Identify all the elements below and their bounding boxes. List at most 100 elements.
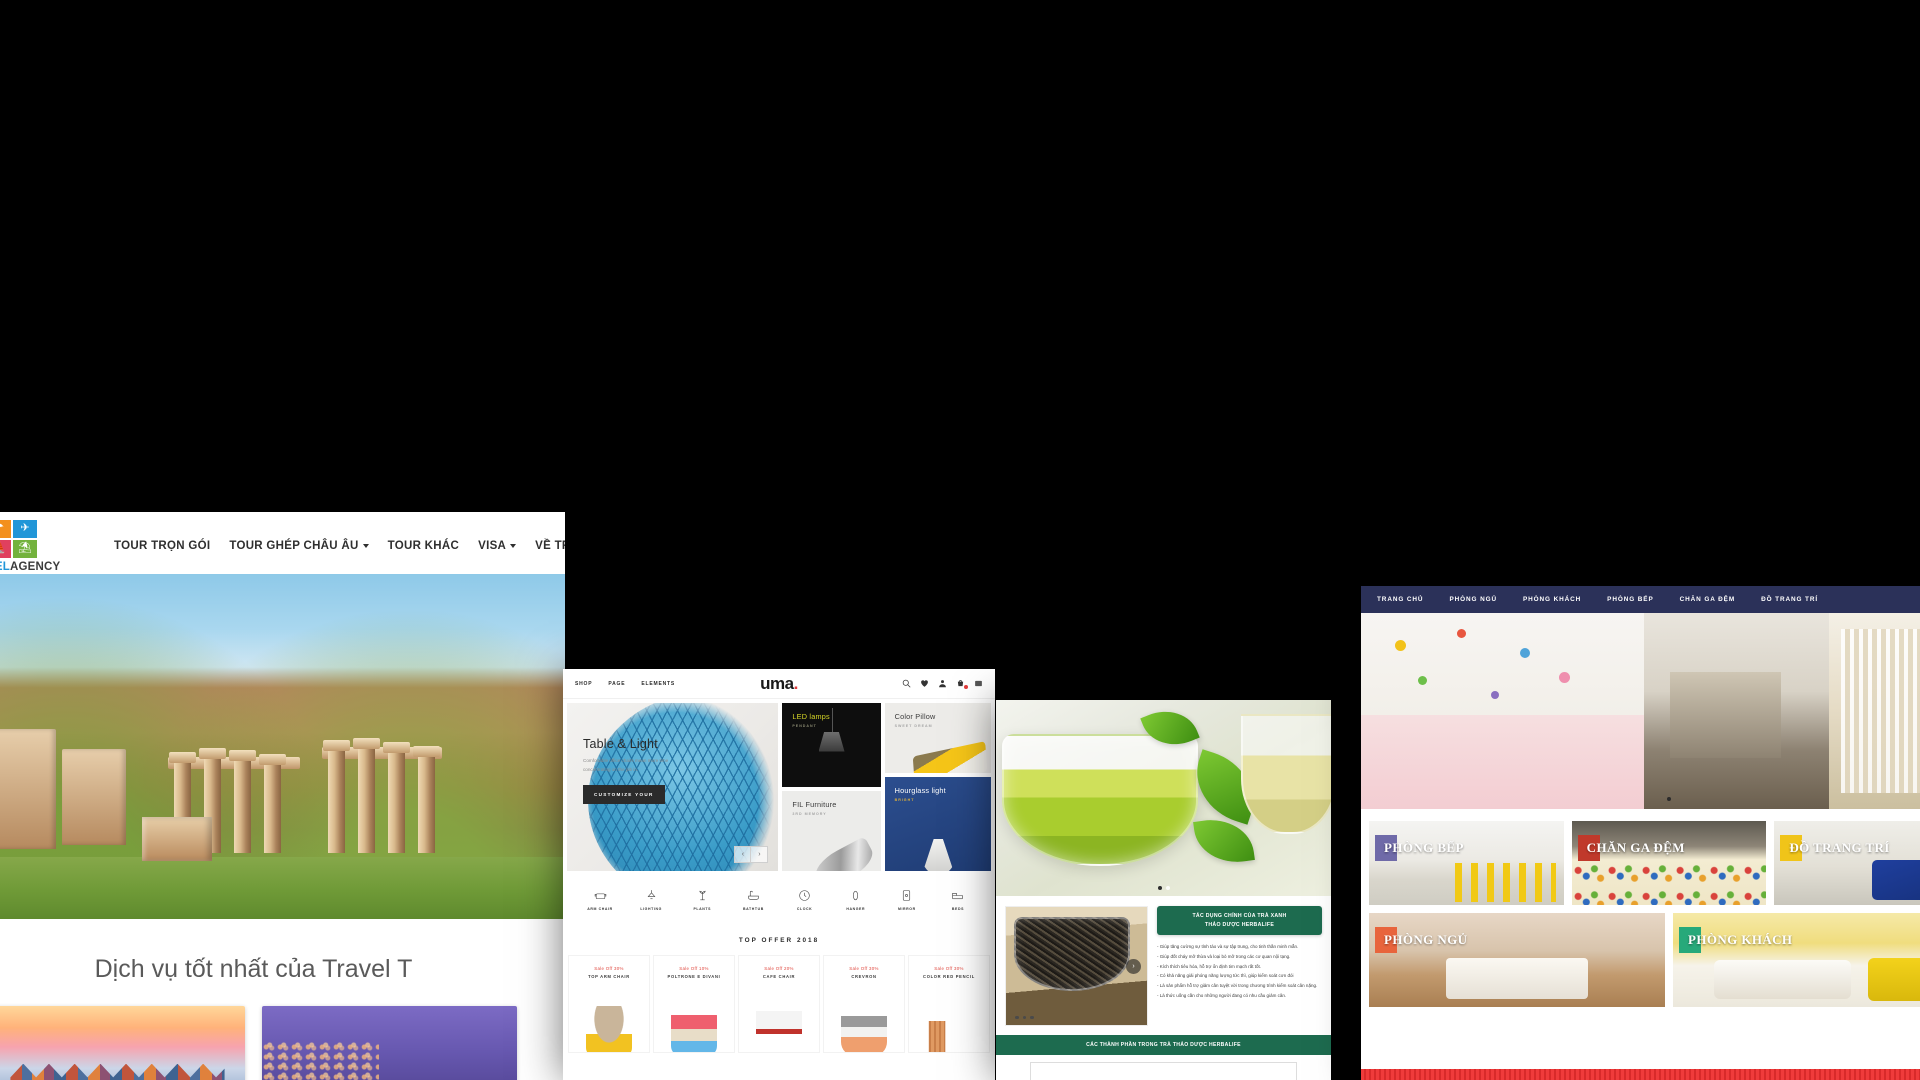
uma-hero-arrows[interactable]: ‹ ›: [734, 846, 769, 863]
uma-nav-left[interactable]: SHOP PAGE ELEMENTS: [575, 681, 675, 687]
offer-card-color-red-pencil[interactable]: Sale Off 30% COLOR RED PENCIL: [909, 956, 989, 1052]
uma-category-bar[interactable]: ARM CHAIR LIGHTING PLANTS BATHTUB CLOCK …: [563, 875, 995, 923]
offer-name: CREVRON: [851, 974, 877, 979]
category-bathtub[interactable]: BATHTUB: [732, 889, 774, 911]
offer-name: CAFE CHAIR: [762, 974, 796, 979]
hero-livingroom-image: [1644, 613, 1830, 809]
category-card-phong-ngu[interactable]: PHÒNG NGỦ: [1369, 913, 1665, 1007]
nav-item-shop[interactable]: SHOP: [575, 681, 592, 687]
service-card-night-harbor[interactable]: [262, 1006, 517, 1080]
category-card-phong-bep[interactable]: PHÒNG BẾP: [1369, 821, 1564, 905]
uma-hero-text: Table & Light Comfortable office chairs …: [583, 737, 683, 805]
category-lighting[interactable]: LIGHTING: [630, 889, 672, 911]
nav-item-elements[interactable]: ELEMENTS: [641, 681, 675, 687]
travel-agency-website-panel[interactable]: ☂ ✈ ⛵ ⛱ TRAVELAGENCY TOUR TRỌN GÓI TOUR …: [0, 512, 565, 1080]
umbrella-icon: ☂: [0, 519, 11, 538]
offer-image: [756, 1006, 802, 1052]
category-title: PHÒNG BẾP: [1384, 840, 1464, 855]
travel-logo-text-primary: TRAVEL: [0, 560, 10, 573]
search-icon[interactable]: [902, 679, 911, 688]
category-card-chan-ga-dem[interactable]: CHĂN GA ĐỆM: [1571, 821, 1767, 905]
nav-item-phong-khach[interactable]: PHÒNG KHÁCH: [1523, 596, 1581, 603]
benefit-item: - Có khả năng giải phóng năng lượng tức …: [1157, 973, 1294, 979]
tile-hourglass-light[interactable]: Hourglass light BRIGHT: [884, 777, 991, 871]
tea-leaves-thumbnail[interactable]: ›: [1005, 906, 1148, 1026]
nav-item-visa[interactable]: VISA: [478, 540, 517, 552]
travel-hero-carousel[interactable]: ‹: [0, 574, 565, 919]
nav-item-page[interactable]: PAGE: [608, 681, 625, 687]
uma-logo[interactable]: uma.: [760, 674, 798, 694]
uma-prev-button[interactable]: ‹: [734, 846, 752, 863]
nav-item-trang-chu[interactable]: TRANG CHỦ: [1377, 596, 1423, 603]
herbalife-tea-website-panel[interactable]: › TÁC DỤNG CHÍNH CỦA TRÀ XANH THẢO DƯỢC …: [996, 700, 1331, 1080]
carousel-dot-1[interactable]: [1157, 886, 1162, 890]
interior-carousel-dots[interactable]: [1667, 797, 1671, 801]
interior-design-website-panel[interactable]: TRANG CHỦ PHÒNG NGỦ PHÒNG KHÁCH PHÒNG BẾ…: [1361, 586, 1920, 1080]
uma-hero-slide[interactable]: Table & Light Comfortable office chairs …: [567, 703, 779, 871]
tile-fil-furniture[interactable]: FIL Furniture 3RD MEMORY: [782, 790, 881, 871]
customize-your-button[interactable]: CUSTOMIZE YOUR: [583, 785, 665, 805]
nav-item-ve-travel-tour[interactable]: VỀ TRAVEL TOUR: [535, 540, 565, 552]
hero-column-6: [353, 738, 380, 853]
category-title: ĐỒ TRANG TRÍ: [1789, 840, 1890, 855]
user-icon[interactable]: [938, 679, 947, 688]
cart-icon[interactable]: [956, 679, 968, 689]
tile-led-lamps[interactable]: LED lamps PENDANT: [782, 703, 881, 787]
offer-image: [671, 1006, 717, 1052]
hanger-icon: [853, 890, 859, 901]
uma-logo-text: uma: [760, 673, 794, 693]
thumb-carousel-dots[interactable]: [1015, 1015, 1034, 1019]
category-card-do-trang-tri[interactable]: ĐỒ TRANG TRÍ: [1774, 821, 1920, 905]
tile-subtitle: PENDANT: [792, 724, 817, 728]
heart-icon[interactable]: [920, 679, 929, 688]
category-mirror[interactable]: MIRROR: [886, 889, 928, 911]
tile-title: Hourglass light: [894, 786, 946, 796]
category-plants[interactable]: PLANTS: [681, 889, 723, 911]
next-slide-button[interactable]: ›: [1126, 958, 1141, 974]
nav-item-chan-ga-dem[interactable]: CHĂN GA ĐỆM: [1680, 596, 1735, 603]
uma-navbar[interactable]: SHOP PAGE ELEMENTS uma.: [563, 669, 995, 699]
interior-navbar[interactable]: TRANG CHỦ PHÒNG NGỦ PHÒNG KHÁCH PHÒNG BẾ…: [1361, 586, 1920, 613]
compare-icon[interactable]: [974, 679, 983, 688]
airplane-icon: ✈: [13, 519, 37, 538]
offer-sale: Sale Off 10%: [679, 966, 709, 971]
tea-carousel-dots[interactable]: [1157, 886, 1170, 890]
tea-hero-carousel[interactable]: [996, 700, 1331, 896]
tile-color-pillow[interactable]: Color Pillow SWEET DREAM: [884, 703, 991, 774]
interior-hero-carousel[interactable]: [1361, 613, 1920, 809]
category-arm-chair[interactable]: ARM CHAIR: [579, 889, 621, 911]
travel-navbar[interactable]: ☂ ✈ ⛵ ⛱ TRAVELAGENCY TOUR TRỌN GÓI TOUR …: [0, 518, 565, 574]
nav-item-phong-bep[interactable]: PHÒNG BẾP: [1607, 596, 1653, 603]
category-hanger[interactable]: HANGER: [835, 889, 877, 911]
nav-item-tour-tron-goi[interactable]: TOUR TRỌN GÓI: [114, 540, 210, 552]
service-card-colorful-houses[interactable]: [0, 1006, 245, 1080]
thumb-dot-2[interactable]: [1022, 1015, 1026, 1019]
nav-item-tour-khac[interactable]: TOUR KHÁC: [388, 540, 460, 552]
thumb-dot-1[interactable]: [1015, 1015, 1019, 1019]
offer-name: POLTRONE E DIVANI: [667, 974, 721, 979]
category-card-phong-khach[interactable]: PHÒNG KHÁCH: [1673, 913, 1920, 1007]
offer-image: [841, 1006, 887, 1052]
hero-column-7: [383, 742, 410, 853]
tile-subtitle: SWEET DREAM: [894, 724, 933, 728]
uma-furniture-website-panel[interactable]: SHOP PAGE ELEMENTS uma. Table & Light Co…: [563, 669, 995, 1080]
offer-card-crevron[interactable]: Sale Off 30% CREVRON: [824, 956, 904, 1052]
bathtub-icon: [748, 890, 759, 900]
nav-item-tour-ghep-chau-au[interactable]: TOUR GHÉP CHÂU ÂU: [229, 540, 369, 552]
category-clock[interactable]: CLOCK: [784, 889, 826, 911]
travel-menu[interactable]: TOUR TRỌN GÓI TOUR GHÉP CHÂU ÂU TOUR KHÁ…: [114, 540, 565, 552]
carousel-dot-1[interactable]: [1667, 797, 1671, 801]
nav-item-phong-ngu[interactable]: PHÒNG NGỦ: [1449, 596, 1497, 603]
travel-logo[interactable]: ☂ ✈ ⛵ ⛱ TRAVELAGENCY: [0, 519, 68, 573]
category-beds[interactable]: BEDS: [937, 889, 979, 911]
carousel-dot-2[interactable]: [1165, 886, 1170, 890]
offer-card-top-arm-chair[interactable]: Sale Off 30% TOP ARM CHAIR: [569, 956, 649, 1052]
offer-card-cafe-chair[interactable]: Sale Off 20% CAFE CHAIR: [739, 956, 819, 1052]
offer-card-poltrone-e-divani[interactable]: Sale Off 10% POLTRONE E DIVANI: [654, 956, 734, 1052]
offer-name: TOP ARM CHAIR: [588, 974, 630, 979]
travel-logo-text: TRAVELAGENCY: [0, 561, 60, 573]
uma-next-button[interactable]: ›: [751, 846, 769, 863]
thumb-dot-3[interactable]: [1030, 1015, 1034, 1019]
uma-nav-icons[interactable]: [902, 679, 983, 689]
nav-item-do-trang-tri[interactable]: ĐỒ TRANG TRÍ: [1761, 596, 1818, 603]
